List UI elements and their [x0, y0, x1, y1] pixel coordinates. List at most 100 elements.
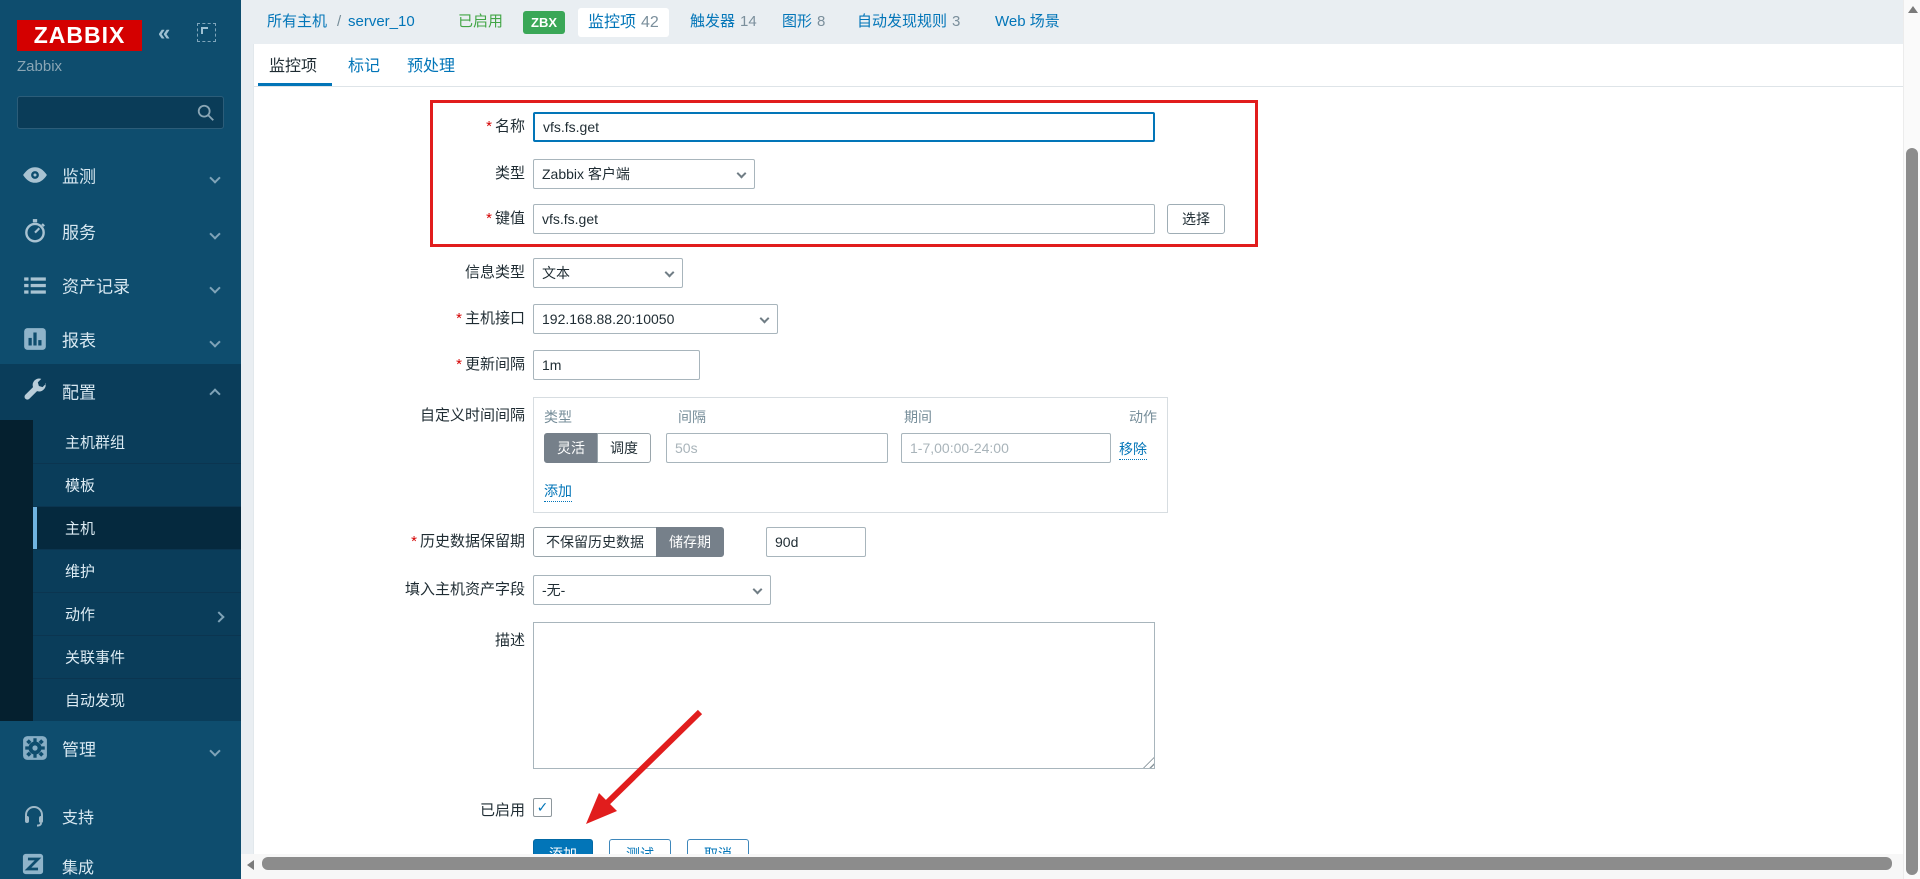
key-select-button[interactable]: 选择: [1167, 204, 1225, 234]
update-interval-input[interactable]: [533, 350, 700, 380]
horizontal-scrollbar-thumb[interactable]: [262, 857, 1892, 870]
host-interface-label: *主机接口: [245, 304, 525, 334]
period-input[interactable]: [901, 433, 1111, 463]
nav-graphs[interactable]: 图形 8: [782, 0, 825, 44]
sidebar-item-label: 监测: [62, 163, 96, 188]
enabled-checkbox[interactable]: ✓: [533, 798, 552, 817]
sidebar-item-hosts[interactable]: 主机: [33, 506, 241, 549]
stopwatch-icon: [22, 218, 48, 244]
flexible-interval-input[interactable]: [666, 433, 888, 463]
breadcrumb-host-link[interactable]: server_10: [348, 0, 415, 44]
tab-tags[interactable]: 标记: [348, 53, 380, 81]
sidebar-item-support[interactable]: 支持: [0, 795, 241, 837]
flexible-option[interactable]: 灵活: [544, 433, 598, 463]
sidebar-item-actions[interactable]: 动作: [33, 592, 241, 635]
select-chevron-icon: [753, 585, 763, 595]
required-mark: *: [486, 118, 492, 135]
col-period-header: 期间: [904, 407, 932, 427]
sidebar-item-label: 维护: [65, 561, 95, 582]
sidebar-item-services[interactable]: 服务: [0, 204, 241, 258]
bar-chart-icon: [22, 326, 48, 352]
sidebar-item-host-groups[interactable]: 主机群组: [33, 420, 241, 463]
history-off-option[interactable]: 不保留历史数据: [533, 527, 657, 557]
host-interface-select[interactable]: 192.168.88.20:10050: [533, 304, 778, 334]
sidebar-item-configuration[interactable]: 配置: [0, 364, 241, 418]
sidebar-config-section: 配置 主机群组 模板 主机 维护 动作: [0, 364, 241, 721]
scroll-left-arrow-icon[interactable]: [247, 860, 254, 870]
nav-discovery-rules-label[interactable]: 自动发现规则: [857, 13, 947, 30]
headset-icon: [22, 803, 48, 829]
search-input[interactable]: [26, 100, 191, 125]
nav-graphs-count: 8: [817, 13, 825, 30]
sidebar-search: [17, 96, 224, 129]
brand-subtitle: Zabbix: [17, 58, 62, 75]
chevron-down-icon: [209, 172, 220, 183]
nav-triggers[interactable]: 触发器14: [690, 0, 757, 44]
submenu-indent-strip: [0, 420, 33, 721]
sidebar-item-maintenance[interactable]: 维护: [33, 549, 241, 592]
kiosk-arrow-icon: [201, 27, 208, 34]
sidebar-collapse-icon[interactable]: «: [158, 20, 170, 46]
sidebar-item-reports[interactable]: 报表: [0, 312, 241, 366]
nav-triggers-label[interactable]: 触发器: [690, 13, 735, 30]
vertical-scrollbar-thumb[interactable]: [1906, 148, 1918, 875]
nav-items-pill[interactable]: 监控项 42: [578, 8, 669, 37]
col-interval-header: 间隔: [678, 407, 706, 427]
sidebar-item-label: 模板: [65, 475, 95, 496]
sidebar-item-label: 关联事件: [65, 647, 125, 668]
chevron-down-icon: [209, 745, 220, 756]
key-label: *键值: [245, 204, 525, 234]
scroll-up-arrow-icon[interactable]: [1908, 6, 1918, 13]
value-type-label: 信息类型: [245, 258, 525, 288]
chevron-up-icon: [209, 388, 220, 399]
description-textarea[interactable]: [533, 622, 1155, 769]
key-input[interactable]: [533, 204, 1155, 234]
sidebar-item-inventory[interactable]: 资产记录: [0, 258, 241, 312]
required-mark: *: [486, 210, 492, 227]
chevron-down-icon: [209, 336, 220, 347]
nav-items-label[interactable]: 监控项: [588, 14, 636, 31]
chevron-down-icon: [209, 282, 220, 293]
vertical-scrollbar[interactable]: [1903, 0, 1920, 879]
nav-items-count: 42: [641, 14, 659, 31]
sidebar-item-integrations[interactable]: 集成: [0, 845, 241, 879]
sidebar-item-label: 资产记录: [62, 273, 130, 298]
nav-discovery-rules[interactable]: 自动发现规则3: [857, 0, 960, 44]
sidebar-item-label: 主机: [65, 518, 95, 539]
zabbix-logo[interactable]: ZABBIX: [17, 20, 142, 51]
value-type-select[interactable]: 文本: [533, 258, 683, 288]
sidebar-item-label: 自动发现: [65, 690, 125, 711]
name-input[interactable]: [533, 112, 1155, 142]
type-select[interactable]: Zabbix 客户端: [533, 159, 755, 189]
history-period-input[interactable]: [766, 527, 866, 557]
sidebar: ZABBIX « Zabbix 监测 服务: [0, 0, 241, 879]
scheduling-option[interactable]: 调度: [597, 433, 651, 463]
sidebar-item-label: 动作: [65, 604, 95, 625]
history-label: *历史数据保留期: [245, 527, 525, 557]
breadcrumb-separator: /: [337, 0, 341, 44]
value-type-select-value: 文本: [542, 265, 570, 281]
tab-preprocessing[interactable]: 预处理: [407, 53, 455, 81]
horizontal-scrollbar[interactable]: [241, 854, 1903, 879]
type-label: 类型: [245, 159, 525, 189]
sidebar-item-event-correlation[interactable]: 关联事件: [33, 635, 241, 678]
tab-item[interactable]: 监控项: [269, 53, 317, 81]
enabled-label: 已启用: [245, 796, 525, 826]
sidebar-item-administration[interactable]: 管理: [0, 721, 241, 775]
nav-web-scenarios-label[interactable]: Web 场景: [995, 13, 1060, 30]
breadcrumb-all-hosts-link[interactable]: 所有主机: [267, 0, 327, 44]
inventory-select[interactable]: -无-: [533, 575, 771, 605]
kiosk-mode-icon[interactable]: [197, 23, 216, 42]
sidebar-item-templates[interactable]: 模板: [33, 463, 241, 506]
sidebar-item-label: 支持: [62, 804, 94, 828]
search-icon[interactable]: [196, 103, 216, 123]
add-interval-link[interactable]: 添加: [544, 481, 572, 502]
sidebar-item-discovery[interactable]: 自动发现: [33, 678, 241, 721]
nav-web-scenarios[interactable]: Web 场景: [995, 0, 1060, 44]
chevron-right-icon: [213, 611, 224, 622]
sidebar-item-monitoring[interactable]: 监测: [0, 148, 241, 202]
inventory-select-value: -无-: [542, 582, 565, 598]
history-keep-option[interactable]: 储存期: [656, 527, 724, 557]
remove-interval-link[interactable]: 移除: [1119, 439, 1147, 460]
nav-graphs-label[interactable]: 图形: [782, 13, 812, 30]
